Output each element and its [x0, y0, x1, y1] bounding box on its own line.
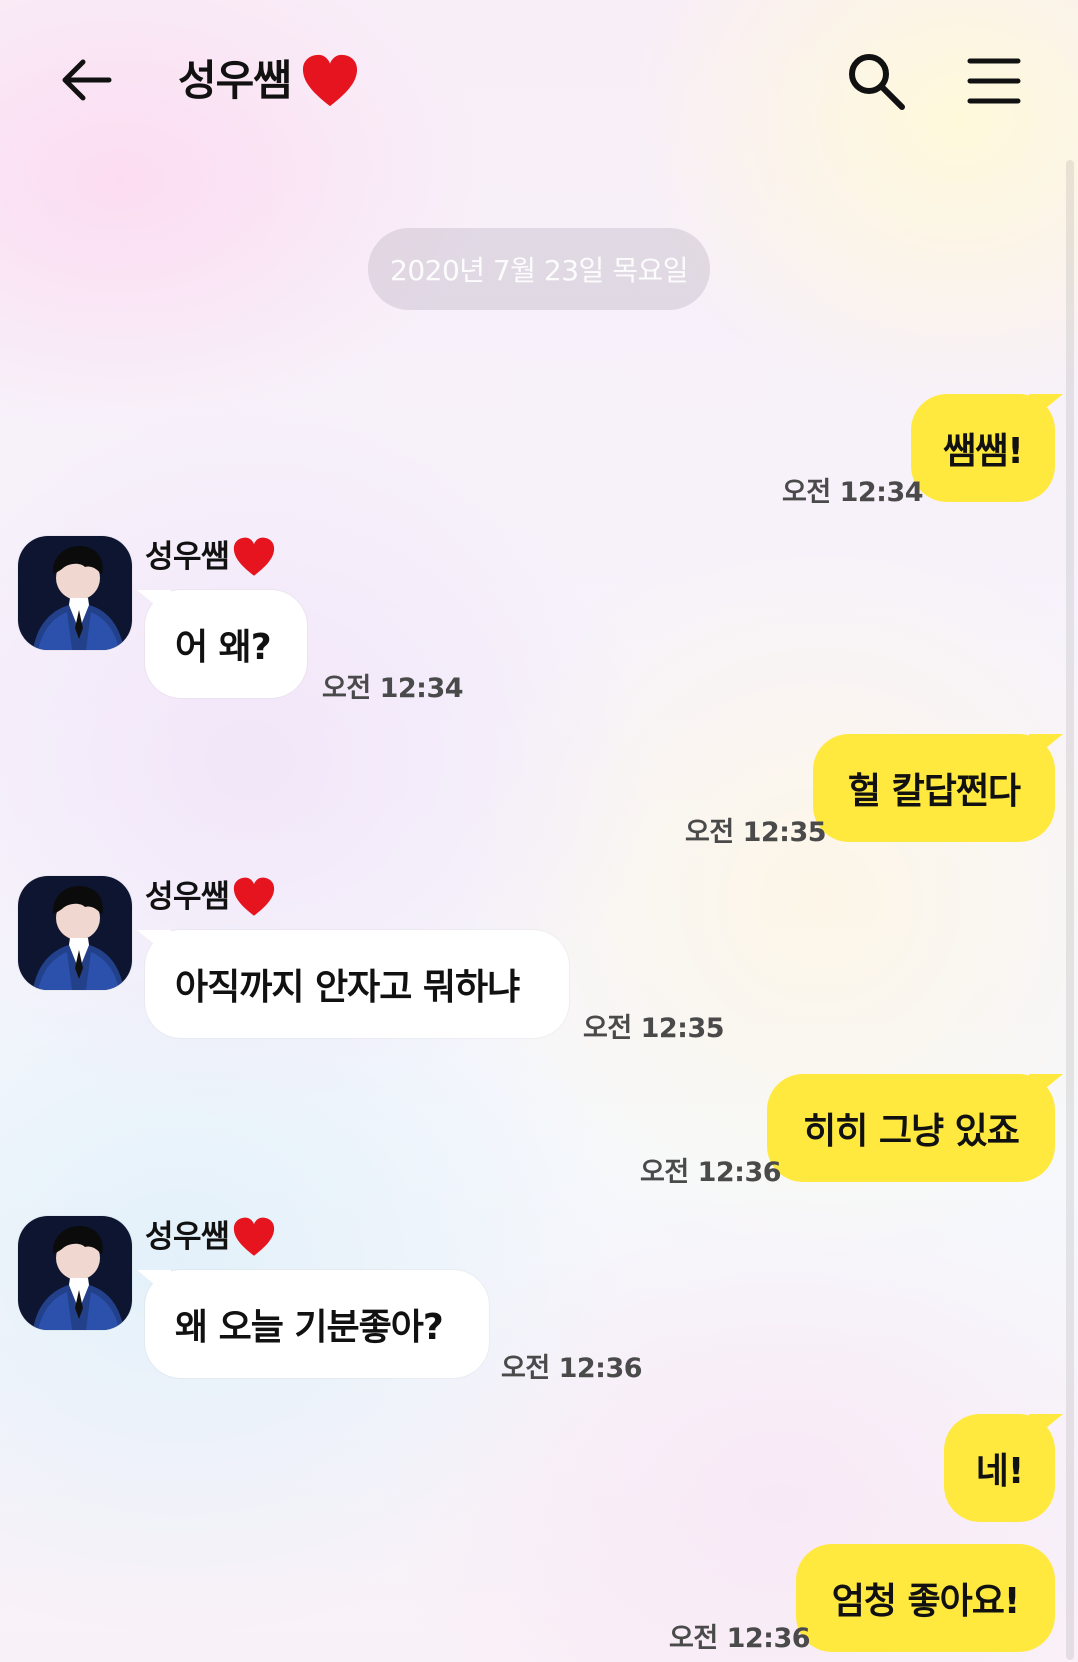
incoming-message-bubble[interactable]: 아직까지 안자고 뭐하냐	[145, 930, 569, 1038]
avatar[interactable]	[18, 536, 132, 650]
profile-photo-icon	[18, 1216, 132, 1330]
profile-photo-icon	[18, 536, 132, 650]
message-text: 헐 칼답쩐다	[847, 771, 1021, 812]
chat-title: 성우쌤	[178, 56, 292, 105]
scrollbar[interactable]	[1066, 160, 1074, 1660]
sender-name-row: 성우쌤	[145, 874, 277, 920]
sender-name: 성우쌤	[145, 878, 230, 915]
avatar[interactable]	[18, 1216, 132, 1330]
menu-icon[interactable]	[966, 55, 1022, 107]
message-text: 어 왜?	[175, 627, 272, 668]
outgoing-message-bubble[interactable]: 쌤쌤!	[911, 394, 1055, 502]
message-time: 오전 12:36	[501, 1353, 643, 1384]
sender-name-row: 성우쌤	[145, 1214, 277, 1260]
heart-icon	[302, 54, 357, 107]
message-text: 엄청 좋아요!	[831, 1581, 1021, 1622]
incoming-message-bubble[interactable]: 왜 오늘 기분좋아?	[145, 1270, 489, 1378]
back-arrow-icon[interactable]	[58, 52, 114, 108]
heart-icon	[233, 877, 275, 916]
outgoing-message-bubble[interactable]: 히히 그냥 있죠	[767, 1074, 1055, 1182]
outgoing-message-bubble[interactable]: 헐 칼답쩐다	[813, 734, 1055, 842]
message-time: 오전 12:36	[669, 1623, 811, 1654]
sender-name: 성우쌤	[145, 1218, 230, 1255]
incoming-message-bubble[interactable]: 어 왜?	[145, 590, 307, 698]
message-time: 오전 12:35	[583, 1013, 725, 1044]
avatar[interactable]	[18, 876, 132, 990]
message-text: 네!	[975, 1451, 1025, 1492]
message-time: 오전 12:36	[640, 1157, 782, 1188]
message-time: 오전 12:35	[685, 817, 827, 848]
message-time: 오전 12:34	[322, 673, 464, 704]
message-text: 아직까지 안자고 뭐하냐	[175, 967, 520, 1008]
heart-icon	[233, 1217, 275, 1256]
sender-name: 성우쌤	[145, 538, 230, 575]
heart-icon	[233, 537, 275, 576]
message-text: 왜 오늘 기분좋아?	[175, 1307, 444, 1348]
chat-title-area: 성우쌤	[178, 50, 361, 112]
message-time: 오전 12:34	[782, 477, 924, 508]
outgoing-message-bubble[interactable]: 네!	[944, 1414, 1055, 1522]
outgoing-message-bubble[interactable]: 엄청 좋아요!	[796, 1544, 1055, 1652]
message-text: 히히 그냥 있죠	[803, 1111, 1020, 1152]
date-divider: 2020년 7월 23일 목요일	[368, 228, 710, 310]
search-icon[interactable]	[845, 50, 907, 112]
message-text: 쌤쌤!	[943, 431, 1024, 472]
profile-photo-icon	[18, 876, 132, 990]
sender-name-row: 성우쌤	[145, 534, 277, 580]
